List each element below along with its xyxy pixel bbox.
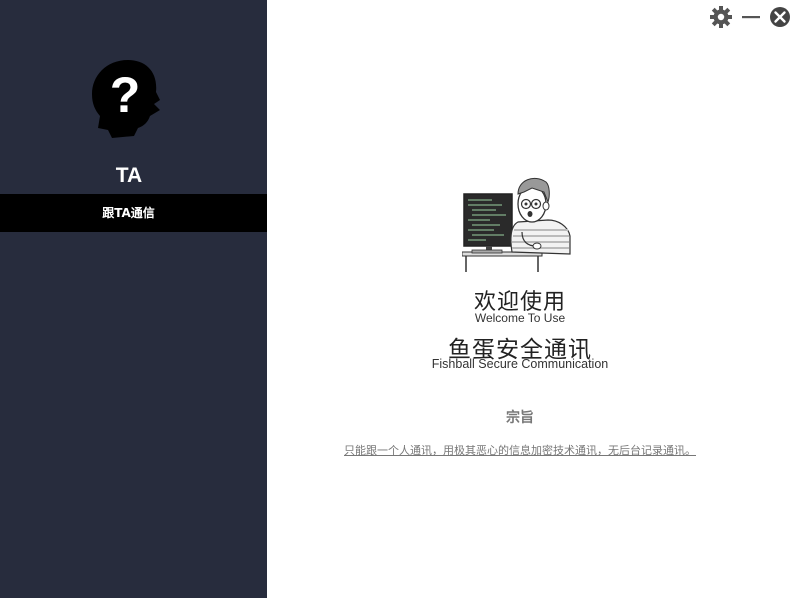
sidebar: ? TA 跟TA通信 xyxy=(0,0,267,598)
unknown-person-head-icon: ? xyxy=(92,60,160,138)
minimize-icon[interactable] xyxy=(740,6,762,28)
purpose-heading: 宗旨 xyxy=(506,410,534,426)
close-icon[interactable] xyxy=(769,6,791,28)
app-name-en: Fishball Secure Communication xyxy=(431,357,609,371)
chat-with-contact-button[interactable]: 跟TA通信 xyxy=(0,194,267,232)
purpose-description: 只能跟一个人通讯，用极其恶心的信息加密技术通讯，无后台记录通讯。 xyxy=(344,444,696,457)
welcome-title-en: Welcome To Use xyxy=(474,311,566,325)
programmer-at-computer-illustration xyxy=(462,178,571,272)
svg-text:?: ? xyxy=(110,67,141,123)
gear-icon[interactable] xyxy=(710,6,732,28)
contact-name: TA xyxy=(115,164,143,187)
